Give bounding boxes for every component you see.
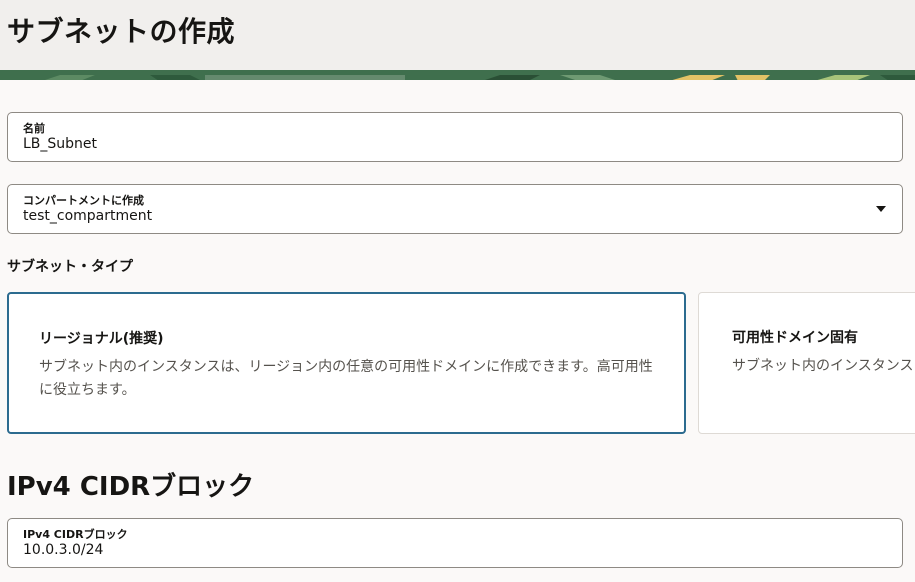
page-title: サブネットの作成 [7,15,236,48]
page-header: サブネットの作成 [0,0,915,72]
ipv4-cidr-field-label: IPv4 CIDRブロック [23,528,128,541]
regional-card-title: リージョナル(推奨) [39,331,164,347]
name-field-value[interactable]: LB_Subnet [23,136,97,152]
compartment-select-value[interactable]: test_compartment [23,208,152,224]
subnet-type-ad-specific-card[interactable]: 可用性ドメイン固有 サブネット内のインスタンスは、ます。 [698,292,915,434]
ad-specific-card-description: サブネット内のインスタンスは、ます。 [732,358,915,374]
ipv4-cidr-field-value[interactable]: 10.0.3.0/24 [23,542,103,558]
ad-specific-card-title: 可用性ドメイン固有 [732,330,858,346]
subnet-type-label: サブネット・タイプ [7,259,133,275]
regional-card-description: サブネット内のインスタンスは、リージョン内の任意の可用性ドメインに作成できます。… [39,359,653,398]
decorative-banner [0,70,915,80]
compartment-select-label: コンパートメントに作成 [23,194,144,207]
name-field[interactable]: 名前 LB_Subnet [7,112,903,162]
ipv4-cidr-field[interactable]: IPv4 CIDRブロック 10.0.3.0/24 [7,518,903,568]
banner-pattern-graphic [0,75,915,80]
chevron-down-icon[interactable] [876,206,886,212]
name-field-label: 名前 [23,122,45,135]
subnet-type-regional-card[interactable]: リージョナル(推奨) サブネット内のインスタンスは、リージョン内の任意の可用性ド… [7,292,686,434]
cidr-section-heading: IPv4 CIDRブロック [7,472,255,502]
compartment-select[interactable]: コンパートメントに作成 test_compartment [7,184,903,234]
